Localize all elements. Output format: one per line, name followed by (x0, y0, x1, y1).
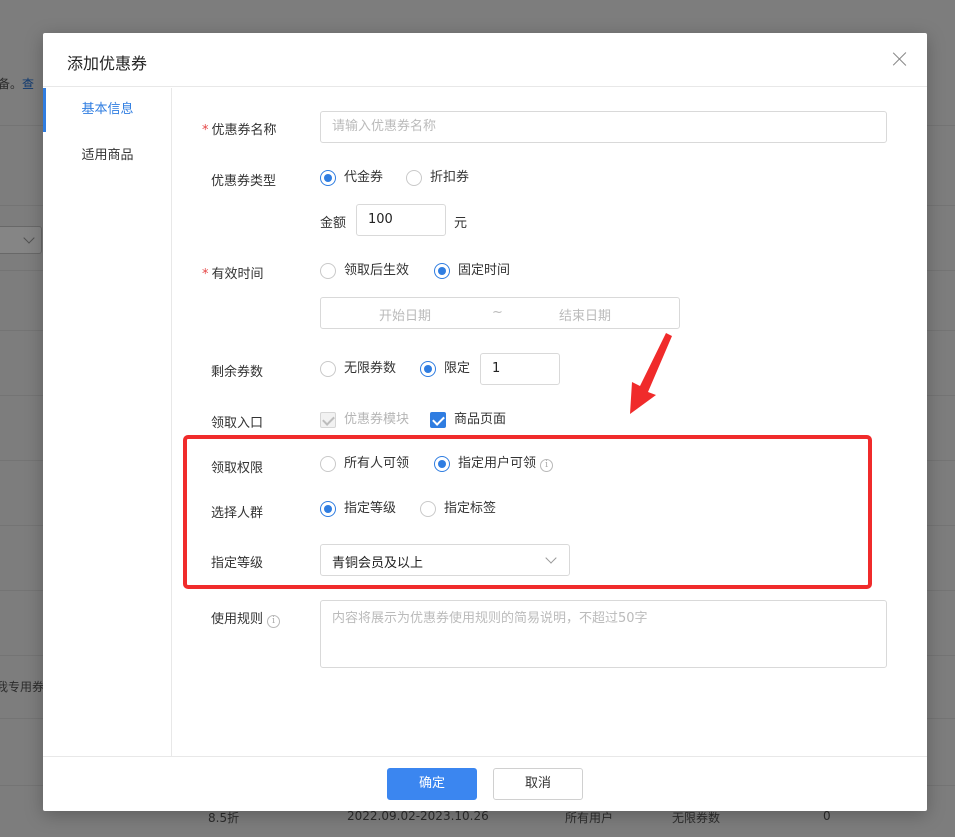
permission-label: 领取权限 (211, 461, 264, 476)
dialog-side-tabs: 基本信息 适用商品 (43, 88, 173, 756)
checkbox-box (320, 412, 336, 428)
limit-count-input[interactable]: 1 (480, 353, 560, 385)
entry-label: 领取入口 (211, 416, 264, 431)
add-coupon-dialog: 添加优惠券 基本信息 适用商品 * 优惠券名称 请输入优惠券名称 优惠券类型 代金… (43, 33, 927, 811)
radio-specified-tag[interactable]: 指定标签 (420, 499, 496, 519)
crowd-label: 选择人群 (211, 506, 264, 521)
tab-basic-info[interactable]: 基本信息 (43, 88, 173, 132)
valid-time-label: * 有效时间 (202, 267, 264, 282)
coupon-name-label: * 优惠券名称 (202, 123, 277, 138)
radio-voucher[interactable]: 代金券 (320, 168, 383, 188)
radio-unlimited[interactable]: 无限券数 (320, 359, 396, 379)
radio-dot (420, 501, 436, 517)
amount-label: 金额 (320, 216, 347, 231)
amount-unit: 元 (454, 216, 468, 231)
chevron-down-icon (545, 552, 557, 564)
checkbox-box (430, 412, 446, 428)
radio-limited[interactable]: 限定 (420, 359, 470, 379)
radio-dot (406, 170, 422, 186)
coupon-type-label: 优惠券类型 (211, 174, 277, 189)
radio-dot (320, 501, 336, 517)
start-date-placeholder[interactable]: 开始日期 (379, 305, 431, 324)
end-date-placeholder[interactable]: 结束日期 (559, 305, 611, 324)
dialog-title: 添加优惠券 (67, 54, 148, 73)
radio-fixed-time[interactable]: 固定时间 (434, 261, 510, 281)
confirm-button[interactable]: 确定 (387, 768, 477, 800)
info-icon[interactable]: i (267, 615, 281, 628)
radio-dot (434, 456, 450, 472)
dialog-footer: 确定 取消 (43, 756, 927, 811)
radio-dot (320, 456, 336, 472)
radio-effective-after-claim[interactable]: 领取后生效 (320, 261, 409, 281)
rules-label: 使用规则 i (211, 608, 281, 628)
date-range-picker[interactable]: 开始日期 ~ 结束日期 (320, 297, 680, 329)
cancel-button[interactable]: 取消 (493, 768, 583, 800)
dialog-header: 添加优惠券 (43, 33, 927, 87)
rules-textarea[interactable]: 内容将展示为优惠券使用规则的简易说明，不超过50字 (320, 600, 887, 668)
date-range-separator: ~ (492, 305, 503, 320)
required-mark: * (202, 123, 209, 138)
amount-input[interactable]: 100 (356, 204, 446, 236)
radio-dot (434, 263, 450, 279)
checkbox-coupon-module: 优惠券模块 (320, 410, 409, 430)
info-icon[interactable]: i (540, 459, 554, 472)
radio-dot (420, 361, 436, 377)
radio-dot (320, 263, 336, 279)
coupon-name-input[interactable]: 请输入优惠券名称 (320, 111, 887, 143)
level-select-value: 青铜会员及以上 (332, 556, 424, 571)
checkbox-product-page[interactable]: 商品页面 (430, 410, 506, 430)
level-label: 指定等级 (211, 556, 264, 571)
remaining-label: 剩余券数 (211, 365, 264, 380)
radio-specified-level[interactable]: 指定等级 (320, 499, 396, 519)
radio-specified-users[interactable]: 指定用户可领 i (434, 454, 554, 474)
level-select[interactable]: 青铜会员及以上 (320, 544, 570, 576)
required-mark: * (202, 267, 209, 282)
radio-everyone[interactable]: 所有人可领 (320, 454, 409, 474)
radio-discount[interactable]: 折扣券 (406, 168, 469, 188)
tab-applicable-products[interactable]: 适用商品 (43, 134, 172, 178)
radio-dot (320, 170, 336, 186)
close-icon[interactable] (889, 48, 911, 70)
radio-dot (320, 361, 336, 377)
